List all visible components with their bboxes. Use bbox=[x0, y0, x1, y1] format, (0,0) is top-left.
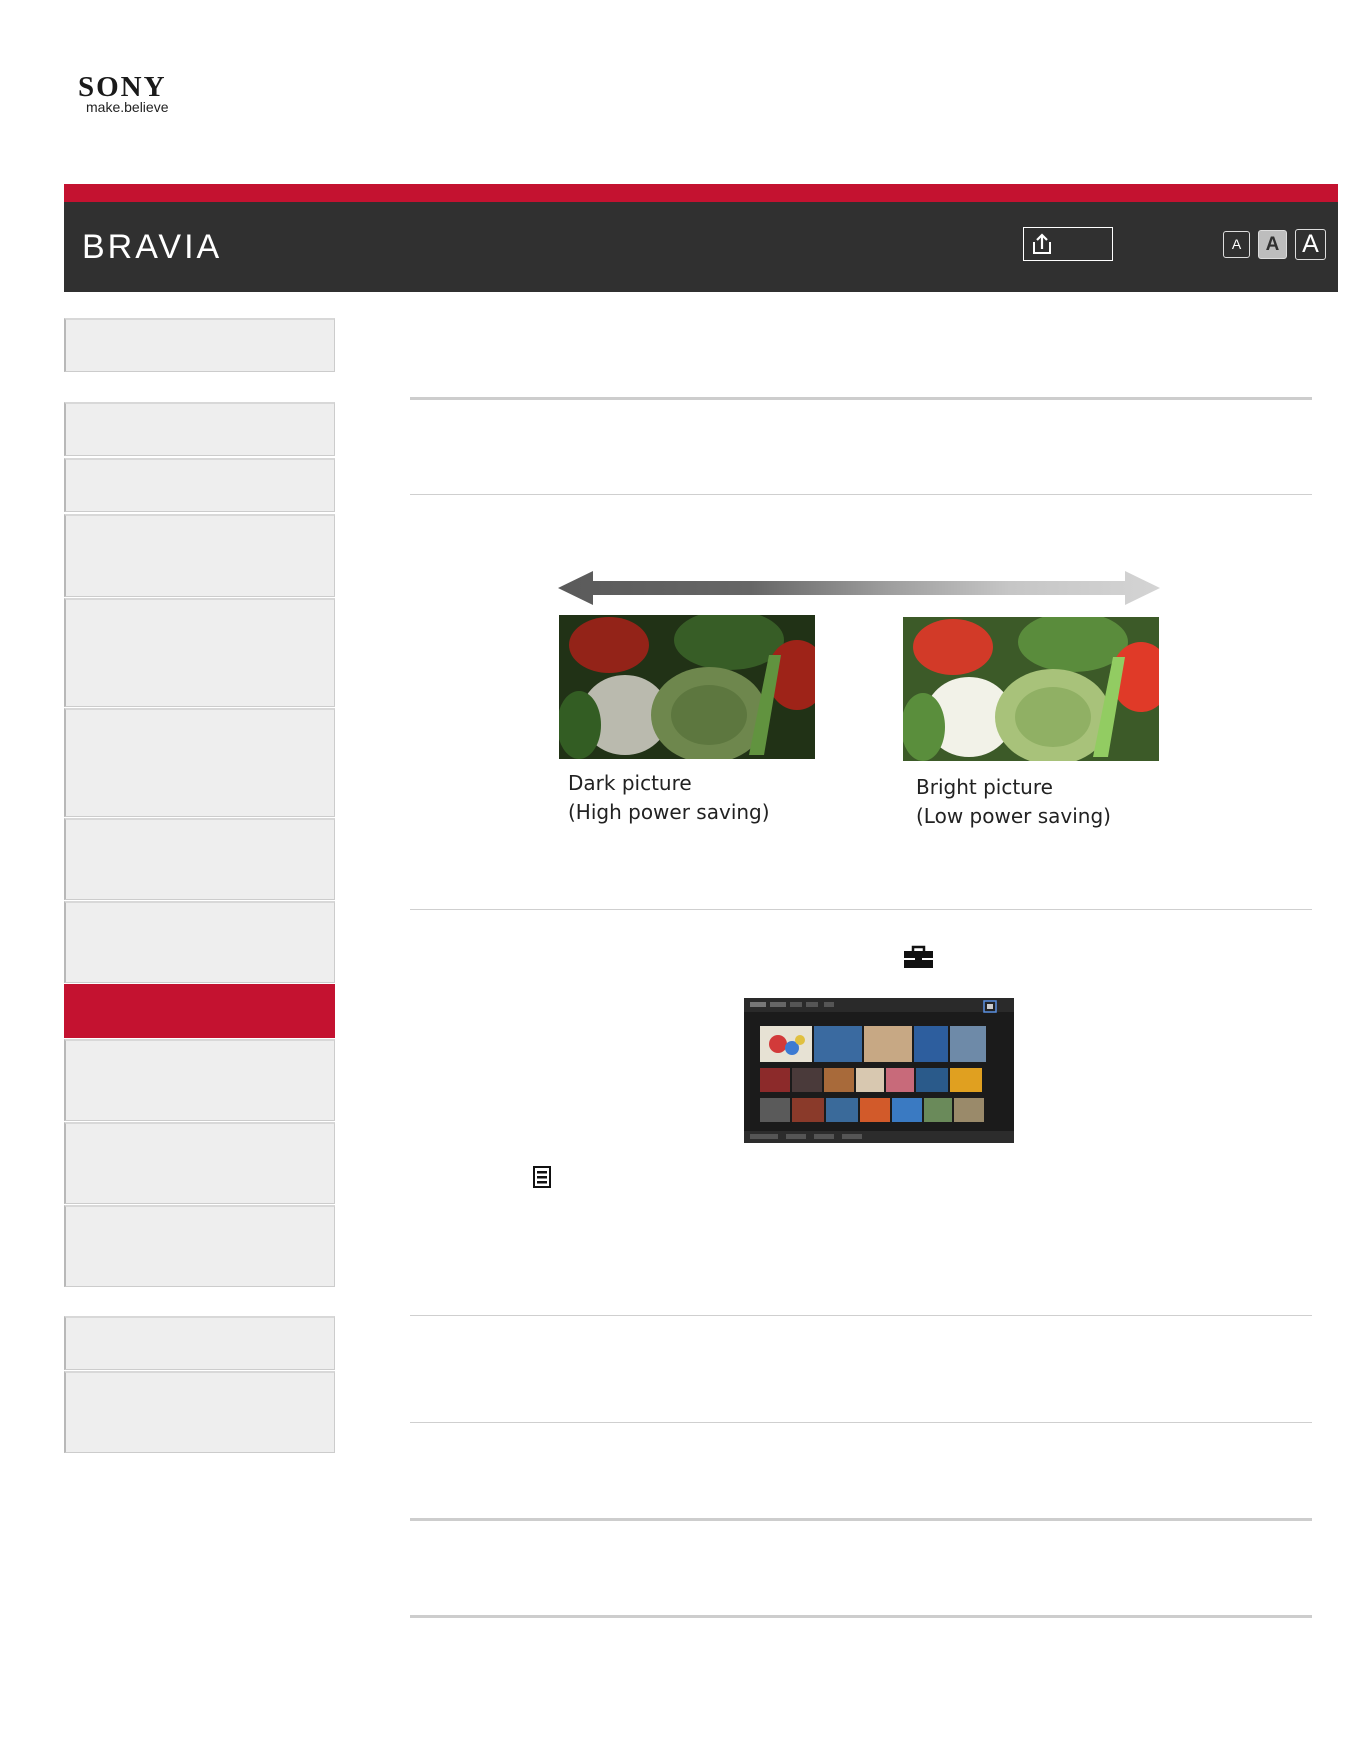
dark-picture-image bbox=[559, 615, 815, 759]
share-button[interactable] bbox=[1023, 227, 1113, 261]
section-divider bbox=[410, 1422, 1312, 1423]
sidebar-item-9-active[interactable] bbox=[64, 984, 335, 1038]
toolbox-icon bbox=[904, 945, 933, 968]
bright-caption-line2: (Low power saving) bbox=[916, 804, 1111, 828]
section-divider bbox=[410, 494, 1312, 495]
sony-logo: SONY make.believe bbox=[78, 73, 198, 123]
section-divider bbox=[410, 909, 1312, 910]
bright-picture-caption: Bright picture (Low power saving) bbox=[916, 773, 1111, 831]
sidebar-item-14[interactable] bbox=[64, 1371, 335, 1453]
logo-tagline: make.believe bbox=[86, 99, 169, 115]
brightness-gradient-arrow bbox=[558, 571, 1160, 605]
bright-caption-line1: Bright picture bbox=[916, 775, 1053, 799]
section-divider bbox=[410, 1315, 1312, 1316]
section-divider bbox=[410, 1518, 1312, 1521]
sidebar-item-12[interactable] bbox=[64, 1205, 335, 1287]
section-divider bbox=[410, 1615, 1312, 1618]
sidebar-item-11[interactable] bbox=[64, 1122, 335, 1204]
share-upload-icon bbox=[1033, 233, 1051, 254]
section-divider bbox=[410, 397, 1312, 400]
font-size-medium-button[interactable]: A bbox=[1258, 230, 1287, 259]
dark-caption-line2: (High power saving) bbox=[568, 800, 770, 824]
logo-wordmark: SONY bbox=[78, 71, 167, 103]
font-size-large-button[interactable]: A bbox=[1295, 229, 1326, 260]
sidebar-item-10[interactable] bbox=[64, 1039, 335, 1121]
sidebar-item-8[interactable] bbox=[64, 901, 335, 983]
sidebar-item-2[interactable] bbox=[64, 402, 335, 456]
sidebar-item-4[interactable] bbox=[64, 514, 335, 597]
dark-picture-caption: Dark picture (High power saving) bbox=[568, 769, 770, 827]
options-list-icon bbox=[533, 1166, 551, 1188]
sidebar-item-5[interactable] bbox=[64, 598, 335, 707]
font-size-small-button[interactable]: A bbox=[1223, 231, 1250, 258]
sidebar-item-6[interactable] bbox=[64, 708, 335, 817]
sidebar-item-13[interactable] bbox=[64, 1316, 335, 1370]
sidebar-item-1[interactable] bbox=[64, 318, 335, 372]
sidebar-item-3[interactable] bbox=[64, 458, 335, 512]
sidebar-item-7[interactable] bbox=[64, 818, 335, 900]
bright-picture-image bbox=[903, 617, 1159, 761]
dark-caption-line1: Dark picture bbox=[568, 771, 692, 795]
tv-home-screen-image bbox=[744, 998, 1014, 1143]
header-accent-stripe bbox=[64, 184, 1338, 202]
header-bar: BRAVIA A A A bbox=[64, 202, 1338, 292]
product-title: BRAVIA bbox=[82, 228, 223, 266]
